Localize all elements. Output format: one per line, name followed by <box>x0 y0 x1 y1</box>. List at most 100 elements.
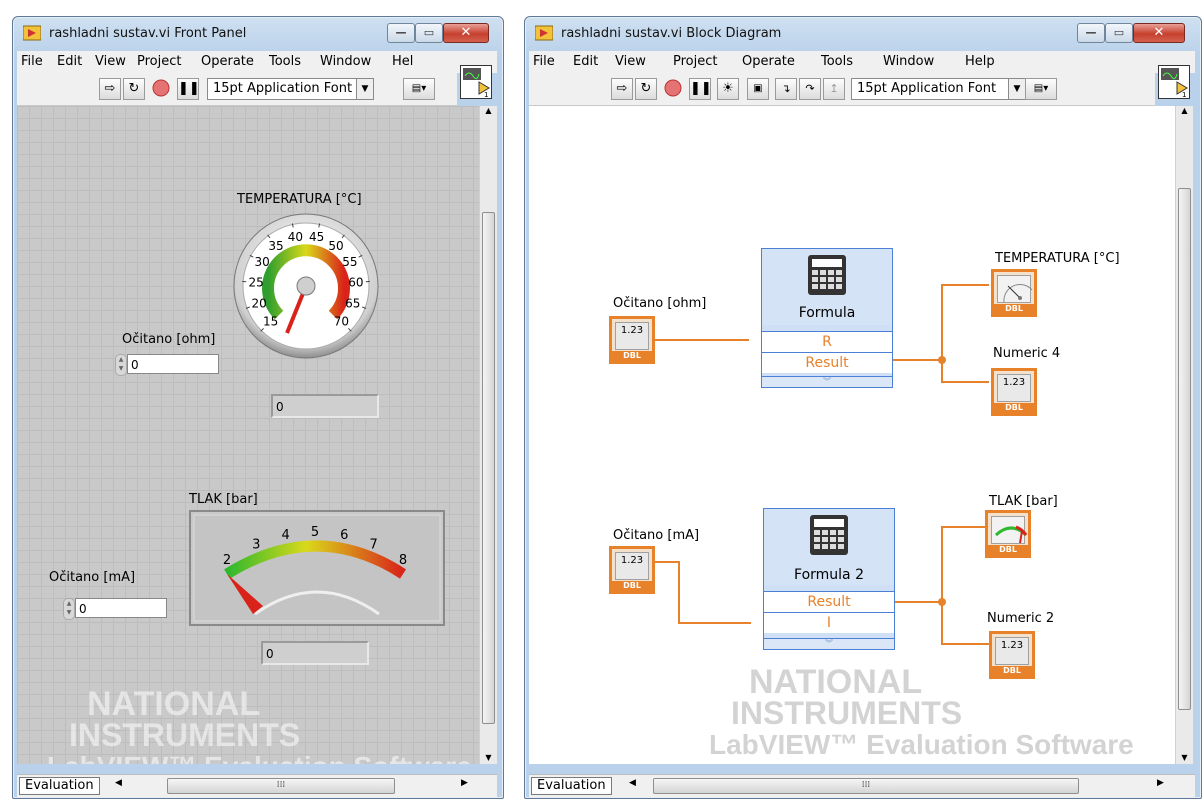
formula-node[interactable]: Formula R Result ︾ <box>761 248 893 388</box>
vertical-scrollbar[interactable]: ▲ ▼ <box>1175 106 1193 764</box>
vi-connector-icon[interactable]: 1 <box>1158 65 1190 99</box>
font-selector[interactable]: 15pt Application Font ▼ <box>207 78 374 100</box>
abort-icon[interactable] <box>151 78 171 98</box>
gauge-tick-label: 45 <box>309 230 324 244</box>
ma-increment-decrement[interactable]: ▲ ▼ <box>63 598 75 620</box>
svg-text:1: 1 <box>484 91 488 98</box>
meter-tick-label: 6 <box>340 528 348 543</box>
menu-tools[interactable]: Tools <box>269 54 301 69</box>
ohm-numeric-control[interactable]: 0 <box>127 354 219 374</box>
run-arrow-icon[interactable]: ⇨ <box>611 78 633 100</box>
scroll-up-arrow-icon[interactable]: ▲ <box>1176 106 1193 115</box>
abort-icon[interactable] <box>663 78 683 98</box>
wire-ohm-to-formula <box>651 339 749 341</box>
evaluation-label: Evaluation <box>19 777 100 795</box>
menu-help[interactable]: Help <box>965 54 995 69</box>
scroll-up-arrow-icon[interactable]: ▲ <box>480 106 497 115</box>
minimize-button[interactable]: — <box>387 23 415 43</box>
run-continuously-icon[interactable]: ↻ <box>635 78 657 100</box>
ma-terminal-label: Očitano [mA] <box>613 528 700 543</box>
ma-numeric-control[interactable]: 0 <box>75 598 167 618</box>
temperature-gauge-label: TEMPERATURA [°C] <box>237 192 362 207</box>
formula-input-r[interactable]: R <box>762 331 892 352</box>
formula2-input-i[interactable]: I <box>764 612 894 633</box>
terminal-type: DBL <box>988 545 1028 555</box>
temperature-gauge-terminal[interactable]: DBL <box>991 269 1037 317</box>
formula-output-result[interactable]: Result <box>762 352 892 373</box>
meter-tick-label: 3 <box>252 537 260 552</box>
ohm-increment-decrement[interactable]: ▲ ▼ <box>115 354 127 376</box>
close-button[interactable]: ✕ <box>443 23 489 43</box>
step-out-icon[interactable]: ↥ <box>823 78 845 100</box>
menu-view[interactable]: View <box>95 54 126 69</box>
align-objects-icon[interactable]: ▤▾ <box>1025 78 1057 100</box>
pause-icon[interactable]: ❚❚ <box>177 78 200 100</box>
tlak-meter-terminal[interactable]: DBL <box>985 510 1031 558</box>
horizontal-scrollbar-thumb[interactable]: ⁞⁞⁞ <box>653 778 1079 794</box>
pause-icon[interactable]: ❚❚ <box>689 78 712 100</box>
scroll-right-arrow-icon[interactable]: ▶ <box>1157 778 1164 788</box>
formula2-node[interactable]: Formula 2 Result I ︾ <box>763 508 895 650</box>
minimize-button[interactable]: — <box>1077 23 1105 43</box>
menu-project[interactable]: Project <box>673 54 717 69</box>
formula2-output-result[interactable]: Result <box>764 591 894 612</box>
wire-ma-horizontal <box>651 561 679 563</box>
wire-to-temperature <box>941 284 989 286</box>
font-selector[interactable]: 15pt Application Font ▼ <box>851 78 1026 100</box>
scroll-down-arrow-icon[interactable]: ▼ <box>480 753 497 762</box>
close-button[interactable]: ✕ <box>1133 23 1185 43</box>
gauge-tick-label: 60 <box>348 275 363 289</box>
maximize-button[interactable]: ▭ <box>415 23 443 43</box>
vi-connector-icon[interactable]: 1 <box>460 65 492 99</box>
menu-edit[interactable]: Edit <box>57 54 82 69</box>
menu-tools[interactable]: Tools <box>821 54 853 69</box>
align-objects-icon[interactable]: ▤▾ <box>403 78 435 100</box>
menu-help[interactable]: Hel <box>392 54 413 69</box>
retain-wire-values-icon[interactable]: ▣ <box>747 78 769 100</box>
front-panel-titlebar[interactable]: rashladni sustav.vi Front Panel — ▭ ✕ <box>13 17 503 51</box>
vertical-scrollbar[interactable]: ▲ ▼ <box>479 106 497 764</box>
ma-control-terminal[interactable]: 1.23 DBL <box>609 546 655 594</box>
highlight-execution-icon[interactable]: ☀ <box>717 78 739 100</box>
scroll-right-arrow-icon[interactable]: ▶ <box>461 778 468 788</box>
scroll-down-arrow-icon[interactable]: ▼ <box>1176 753 1193 762</box>
block-diagram-titlebar[interactable]: rashladni sustav.vi Block Diagram — ▭ ✕ <box>525 17 1201 51</box>
menu-operate[interactable]: Operate <box>201 54 254 69</box>
menu-project[interactable]: Project <box>137 54 181 69</box>
menu-window[interactable]: Window <box>883 54 934 69</box>
step-over-icon[interactable]: ↷ <box>799 78 821 100</box>
wire-junction-2 <box>938 598 946 606</box>
gauge-icon <box>997 275 1033 303</box>
horizontal-scrollbar-thumb[interactable]: ⁞⁞⁞ <box>167 778 395 794</box>
step-into-icon[interactable]: ↴ <box>775 78 797 100</box>
scroll-left-arrow-icon[interactable]: ◀ <box>629 778 636 788</box>
expand-arrow-icon[interactable]: ︾ <box>764 638 894 649</box>
numeric4-terminal[interactable]: 1.23 DBL <box>991 368 1037 416</box>
scrollbar-thumb[interactable] <box>482 212 495 724</box>
menu-window[interactable]: Window <box>320 54 371 69</box>
svg-text:1: 1 <box>1182 91 1186 98</box>
pressure-meter[interactable]: 2 3 4 5 6 7 8 <box>189 510 445 626</box>
block-diagram-canvas[interactable]: Očitano [ohm] 1.23 DBL Formula R Result … <box>529 106 1175 764</box>
scrollbar-thumb[interactable] <box>1178 188 1191 710</box>
ohm-control-terminal[interactable]: 1.23 DBL <box>609 316 655 364</box>
gauge-tick-label: 35 <box>268 239 283 253</box>
wire-ma-to-formula2 <box>678 622 751 624</box>
chevron-down-icon[interactable]: ▼ <box>1008 79 1025 99</box>
menu-edit[interactable]: Edit <box>573 54 598 69</box>
menu-view[interactable]: View <box>615 54 646 69</box>
ohm-control-label: Očitano [ohm] <box>122 332 216 347</box>
scroll-left-arrow-icon[interactable]: ◀ <box>115 778 122 788</box>
menu-operate[interactable]: Operate <box>742 54 795 69</box>
chevron-down-icon[interactable]: ▼ <box>356 79 373 99</box>
run-arrow-icon[interactable]: ⇨ <box>99 78 121 100</box>
menu-file[interactable]: File <box>533 54 555 69</box>
menu-file[interactable]: File <box>21 54 43 69</box>
maximize-button[interactable]: ▭ <box>1105 23 1133 43</box>
front-panel-canvas[interactable]: TEMPERATURA [°C] 15 20 25 30 35 40 45 50 55 60 65 7… <box>17 106 479 764</box>
temperature-gauge[interactable]: 15 20 25 30 35 40 45 50 55 60 65 70 <box>231 211 381 361</box>
run-continuously-icon[interactable]: ↻ <box>123 78 145 100</box>
toolbar: ⇨ ↻ ❚❚ ☀ ▣ ↴ ↷ ↥ 15pt Application Font ▼… <box>529 73 1155 106</box>
wire-branch2-vertical <box>941 526 943 644</box>
expand-arrow-icon[interactable]: ︾ <box>762 376 892 387</box>
